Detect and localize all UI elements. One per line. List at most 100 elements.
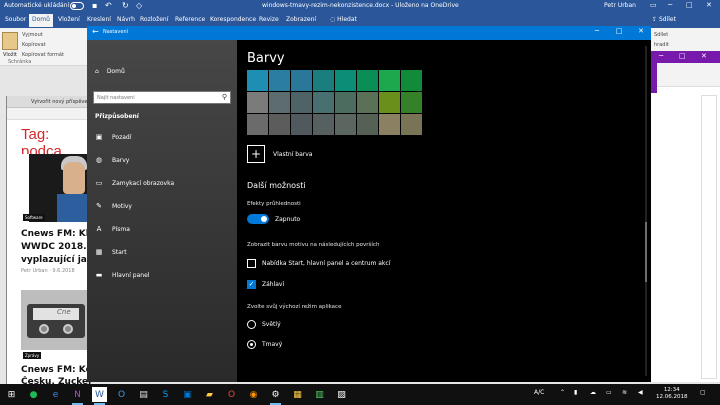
spotify-icon[interactable]: ● bbox=[26, 387, 41, 402]
battery-icon[interactable]: ▭ bbox=[606, 389, 612, 396]
article-title-line[interactable]: WWDC 2018. Z bbox=[21, 241, 91, 253]
tell-me-search[interactable]: ◌ Hledat bbox=[330, 16, 357, 23]
color-swatch[interactable] bbox=[357, 70, 378, 91]
nav-item-pozadi[interactable]: ▣ Pozadí bbox=[95, 133, 132, 141]
color-swatch[interactable] bbox=[291, 114, 312, 135]
firefox-icon[interactable]: ◉ bbox=[246, 387, 261, 402]
touch-mode-icon[interactable]: ◇ bbox=[136, 1, 142, 10]
checkbox[interactable] bbox=[247, 259, 256, 268]
color-swatch[interactable] bbox=[247, 92, 268, 113]
share-button[interactable]: ⇪ Sdílet bbox=[652, 16, 676, 23]
onenote-icon[interactable]: N bbox=[70, 387, 85, 405]
color-swatch[interactable] bbox=[379, 92, 400, 113]
cut-button[interactable]: Vyjmout bbox=[22, 32, 43, 38]
ribbon-right-label[interactable]: hradit bbox=[654, 42, 669, 48]
cloud-icon[interactable]: ☁ bbox=[590, 389, 596, 396]
transparency-toggle[interactable]: Zapnuto bbox=[247, 214, 300, 224]
color-swatch[interactable] bbox=[379, 114, 400, 135]
close-icon[interactable]: ✕ bbox=[701, 52, 707, 60]
notifications-icon[interactable]: ▢ bbox=[700, 389, 706, 396]
color-swatch[interactable] bbox=[357, 114, 378, 135]
color-swatch[interactable] bbox=[269, 92, 290, 113]
nav-item-hlavni-panel[interactable]: ▬ Hlavní panel bbox=[95, 271, 150, 279]
format-painter-button[interactable]: Kopírovat formát bbox=[22, 52, 64, 58]
back-arrow-icon[interactable]: ← bbox=[92, 27, 99, 36]
chart-app-icon[interactable]: ▥ bbox=[312, 387, 327, 402]
nav-item-barvy[interactable]: ◍ Barvy bbox=[95, 156, 129, 164]
color-swatch[interactable] bbox=[247, 114, 268, 135]
color-swatch[interactable] bbox=[313, 70, 334, 91]
color-swatch[interactable] bbox=[269, 70, 290, 91]
nav-item-zamykaci-obrazovka[interactable]: ▭ Zamykací obrazovka bbox=[95, 179, 174, 187]
autosave-toggle[interactable] bbox=[70, 2, 84, 10]
minimize-icon[interactable]: ─ bbox=[659, 52, 663, 60]
checkbox-titlebars[interactable]: ✓ Záhlaví bbox=[247, 280, 284, 289]
color-swatch[interactable] bbox=[335, 70, 356, 91]
radio-button-selected[interactable] bbox=[247, 340, 256, 349]
ribbon-right-share[interactable]: Sdílet bbox=[654, 32, 668, 38]
minimize-icon[interactable]: ─ bbox=[585, 27, 609, 35]
tab-domu[interactable]: Domů bbox=[29, 14, 53, 27]
color-swatch[interactable] bbox=[269, 114, 290, 135]
color-swatch[interactable] bbox=[313, 92, 334, 113]
photos-icon[interactable]: ▨ bbox=[334, 387, 349, 402]
scrollbar[interactable] bbox=[645, 46, 647, 376]
tab-korespondence[interactable]: Korespondence bbox=[210, 16, 256, 23]
nav-item-pisma[interactable]: A Písma bbox=[95, 225, 130, 233]
network-icon[interactable]: ▮ bbox=[574, 389, 577, 396]
color-swatch[interactable] bbox=[335, 114, 356, 135]
color-swatch[interactable] bbox=[401, 114, 422, 135]
radio-dark[interactable]: Tmavý bbox=[247, 340, 282, 349]
edge-icon[interactable]: e bbox=[48, 387, 63, 402]
tab-zobrazeni[interactable]: Zobrazení bbox=[286, 16, 316, 23]
tab-kresleni[interactable]: Kreslení bbox=[87, 16, 111, 23]
language-indicator[interactable]: A/C bbox=[534, 389, 544, 396]
clock[interactable]: 12:34 12.06.2018 bbox=[656, 387, 688, 401]
tab-revize[interactable]: Revize bbox=[259, 16, 279, 23]
color-swatch[interactable] bbox=[335, 92, 356, 113]
checkbox-checked[interactable]: ✓ bbox=[247, 280, 256, 289]
outlook-icon[interactable]: O bbox=[114, 387, 129, 402]
paste-label[interactable]: Vložit bbox=[3, 52, 17, 58]
close-icon[interactable]: ✕ bbox=[629, 27, 653, 35]
category-badge[interactable]: Zprávy bbox=[23, 352, 42, 359]
nav-item-motivy[interactable]: ✎ Motivy bbox=[95, 202, 132, 210]
opera-icon[interactable]: O bbox=[224, 387, 239, 402]
volume-icon[interactable]: ◀ bbox=[638, 389, 643, 396]
article-thumbnail-1[interactable] bbox=[21, 154, 91, 222]
maximize-icon[interactable]: □ bbox=[686, 1, 693, 9]
settings-gear-icon[interactable]: ⚙ bbox=[268, 387, 283, 405]
copy-button[interactable]: Kopírovat bbox=[22, 42, 46, 48]
tab-reference[interactable]: Reference bbox=[175, 16, 205, 23]
article-title-line[interactable]: Cnews FM: Kel bbox=[21, 364, 91, 376]
article-title-line[interactable]: vyplazující jazy bbox=[21, 254, 91, 266]
nav-item-start[interactable]: ▦ Start bbox=[95, 248, 127, 256]
color-swatch[interactable] bbox=[401, 92, 422, 113]
tab-rozlozeni[interactable]: Rozložení bbox=[140, 16, 168, 23]
wifi-icon[interactable]: ≋ bbox=[622, 389, 627, 396]
skype-icon[interactable]: S bbox=[158, 387, 173, 402]
article-thumbnail-2[interactable]: Cne bbox=[21, 290, 91, 350]
user-name[interactable]: Petr Urban bbox=[604, 2, 636, 9]
checkbox-start-taskbar[interactable]: Nabídka Start, hlavní panel a centrum ak… bbox=[247, 259, 390, 268]
search-icon[interactable]: ⚲ bbox=[222, 93, 227, 101]
ribbon-options-icon[interactable]: ▭ bbox=[650, 1, 657, 9]
notes-icon[interactable]: ▦ bbox=[290, 387, 305, 402]
onenote-section-tabs[interactable] bbox=[651, 63, 657, 93]
paste-icon[interactable] bbox=[2, 32, 18, 50]
explorer-icon[interactable]: ▤ bbox=[136, 387, 151, 402]
maximize-icon[interactable]: □ bbox=[679, 52, 686, 60]
color-swatch[interactable] bbox=[291, 70, 312, 91]
chevron-up-icon[interactable]: ⌃ bbox=[560, 389, 565, 396]
undo-icon[interactable]: ↶ bbox=[105, 1, 112, 10]
tab-vlozeni[interactable]: Vložení bbox=[58, 16, 80, 23]
settings-search[interactable]: ⚲ bbox=[93, 91, 231, 104]
store-icon[interactable]: ▣ bbox=[180, 387, 195, 402]
color-swatch[interactable] bbox=[291, 92, 312, 113]
redo-icon[interactable]: ↻ bbox=[122, 1, 129, 10]
scrollbar-thumb[interactable] bbox=[645, 222, 647, 282]
category-badge[interactable]: Software bbox=[23, 214, 45, 221]
color-swatch[interactable] bbox=[401, 70, 422, 91]
start-button-icon[interactable]: ⊞ bbox=[4, 387, 19, 402]
onenote-page-list[interactable] bbox=[701, 95, 717, 379]
